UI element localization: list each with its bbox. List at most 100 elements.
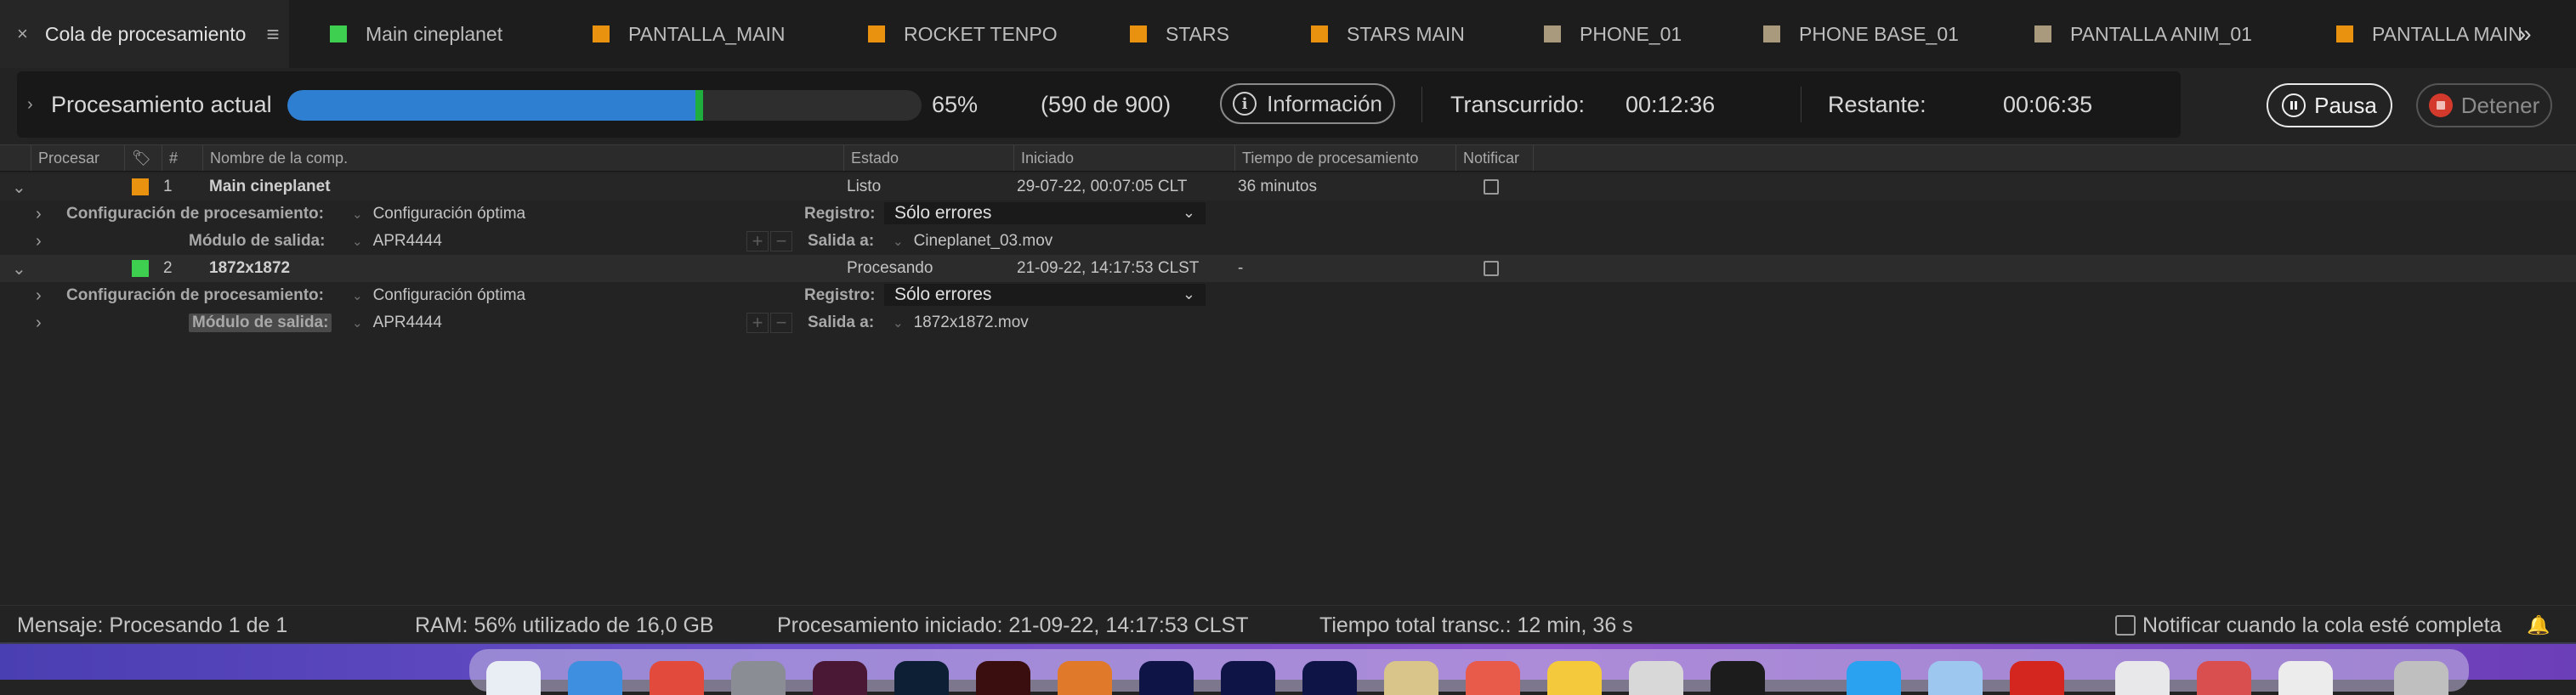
chevron-right-icon[interactable]: › [36,282,42,309]
tab-comp[interactable]: PHONE BASE_01 [1763,0,1959,68]
label-color-swatch [1130,25,1147,42]
double-chevron-right-icon[interactable]: » [2518,0,2532,68]
notify-when-complete[interactable]: Notificar cuando la cola esté completa [2115,606,2501,645]
output-module-dropdown[interactable]: ⌄ APR4444 [352,309,442,336]
render-settings-row: › Configuración de procesamiento: ⌄ Confi… [0,201,2576,228]
documents-stack-icon[interactable] [2278,661,2333,695]
tab-comp[interactable]: PHONE_01 [1544,0,1682,68]
finder-icon[interactable] [486,661,541,695]
close-icon[interactable]: × [17,23,28,45]
render-settings-row: › Configuración de procesamiento: ⌄ Confi… [0,282,2576,309]
after-effects-icon[interactable] [1139,661,1194,695]
bell-icon[interactable]: 🔔 [2527,606,2550,645]
render-settings-dropdown[interactable]: ⌄ Configuración óptima [352,282,525,309]
info-button-label: Información [1267,90,1382,116]
minus-icon[interactable]: − [770,312,792,333]
notify-checkbox[interactable] [1484,255,1499,282]
column-started[interactable]: Iniciado [1013,145,1233,171]
chevron-right-icon[interactable]: › [36,228,42,255]
blender-icon[interactable] [1058,661,1112,695]
panel-menu-icon[interactable]: ≡ [266,21,279,48]
column-render[interactable]: Procesar [31,145,124,171]
tab-comp[interactable]: Main cineplanet [330,0,502,68]
render-progress-fill [287,90,703,121]
stop-button[interactable]: Detener [2416,83,2552,127]
pencil-app-icon[interactable] [1384,661,1438,695]
column-number[interactable]: # [162,145,202,171]
output-to-dropdown[interactable]: ⌄ 1872x1872.mov [893,309,1029,336]
tab-comp[interactable]: STARS MAIN [1311,0,1465,68]
log-select[interactable]: Sólo errores ⌄ [884,202,1206,224]
folder-icon[interactable] [1928,661,1983,695]
elapsed-value: 00:12:36 [1626,91,1716,117]
notify-checkbox[interactable] [1484,173,1499,201]
media-encoder-icon[interactable] [1302,661,1357,695]
chevron-right-icon[interactable]: › [27,71,33,138]
queue-item[interactable]: ⌄ 2 1872x1872 Procesando 21-09-22, 14:17… [0,255,2576,282]
activity-monitor-icon[interactable] [1711,661,1765,695]
output-module-dropdown[interactable]: ⌄ APR4444 [352,228,442,255]
tab-label: Cola de procesamiento [44,22,247,45]
chevron-right-icon[interactable]: › [36,309,42,336]
column-label[interactable]: 🏷 [124,145,163,171]
plus-icon[interactable]: + [746,312,769,333]
minus-icon[interactable]: − [770,230,792,251]
premiere-icon[interactable] [1221,661,1275,695]
document-icon[interactable] [2115,661,2170,695]
comp-name: Main cineplanet [209,178,331,195]
app-store-icon[interactable] [1847,661,1901,695]
log-select[interactable]: Sólo errores ⌄ [884,284,1206,306]
image-stack-icon[interactable] [2197,661,2251,695]
column-notify[interactable]: Notificar [1455,145,1534,171]
label-color-swatch[interactable] [132,173,149,201]
label-color-swatch [593,25,610,42]
tab-label: PHONE BASE_01 [1799,22,1959,45]
column-comp-name[interactable]: Nombre de la comp. [202,145,843,171]
pause-button[interactable]: Pausa [2267,83,2392,127]
photoshop-icon[interactable] [894,661,949,695]
chevron-down-icon: ⌄ [1182,285,1195,302]
label-color-swatch [330,25,347,42]
info-button[interactable]: i Información [1220,83,1395,124]
chevron-down-icon[interactable]: ⌄ [12,173,26,201]
output-to-dropdown[interactable]: ⌄ Cineplanet_03.mov [893,228,1053,255]
chrome-icon[interactable] [650,661,704,695]
tab-comp[interactable]: ROCKET TENPO [868,0,1058,68]
output-file[interactable]: 1872x1872.mov [914,314,1029,332]
indesign-icon[interactable] [813,661,867,695]
tab-render-queue[interactable]: × Cola de procesamiento ≡ [0,0,289,68]
stop-button-label: Detener [2460,92,2540,118]
disk-utility-icon[interactable] [1629,661,1683,695]
log-value: Sólo errores [894,285,992,304]
system-preferences-icon[interactable] [731,661,786,695]
queue-item[interactable]: ⌄ 1 Main cineplanet Listo 29-07-22, 00:0… [0,173,2576,201]
log-label: Registro: [804,205,876,223]
chevron-down-icon[interactable]: ⌄ [12,255,26,282]
render-settings-dropdown[interactable]: ⌄ Configuración óptima [352,201,525,228]
item-number: 1 [163,178,173,195]
plus-icon[interactable]: + [746,230,769,251]
column-render-time[interactable]: Tiempo de procesamiento [1234,145,1454,171]
tab-comp[interactable]: STARS [1130,0,1229,68]
label-color-swatch[interactable] [132,255,149,282]
output-to-label: Salida a: [808,232,875,250]
output-module-add-remove: + − [746,230,794,251]
dock [469,649,2469,695]
item-status: Procesando [847,259,933,277]
adobe-creative-cloud-icon[interactable] [2010,661,2064,695]
column-status[interactable]: Estado [843,145,1013,171]
notes-icon[interactable] [1547,661,1602,695]
safari-icon[interactable] [568,661,622,695]
tab-label: PANTALLA_MAIN [628,22,786,45]
illustrator-icon[interactable] [976,661,1030,695]
trash-icon[interactable] [2394,661,2448,695]
info-icon: i [1233,92,1257,116]
tab-comp[interactable]: PANTALLA_MAIN [593,0,785,68]
tab-comp[interactable]: PANTALLA ANIM_01 [2034,0,2252,68]
chevron-right-icon[interactable]: › [36,201,42,228]
tab-comp[interactable]: PANTALLA MAIN [2336,0,2522,68]
output-file[interactable]: Cineplanet_03.mov [914,232,1053,251]
current-render-panel: › Procesamiento actual 65% (590 de 900) … [17,71,2181,138]
calendar-icon[interactable] [1466,661,1520,695]
notify-when-complete-checkbox[interactable] [2115,615,2136,636]
